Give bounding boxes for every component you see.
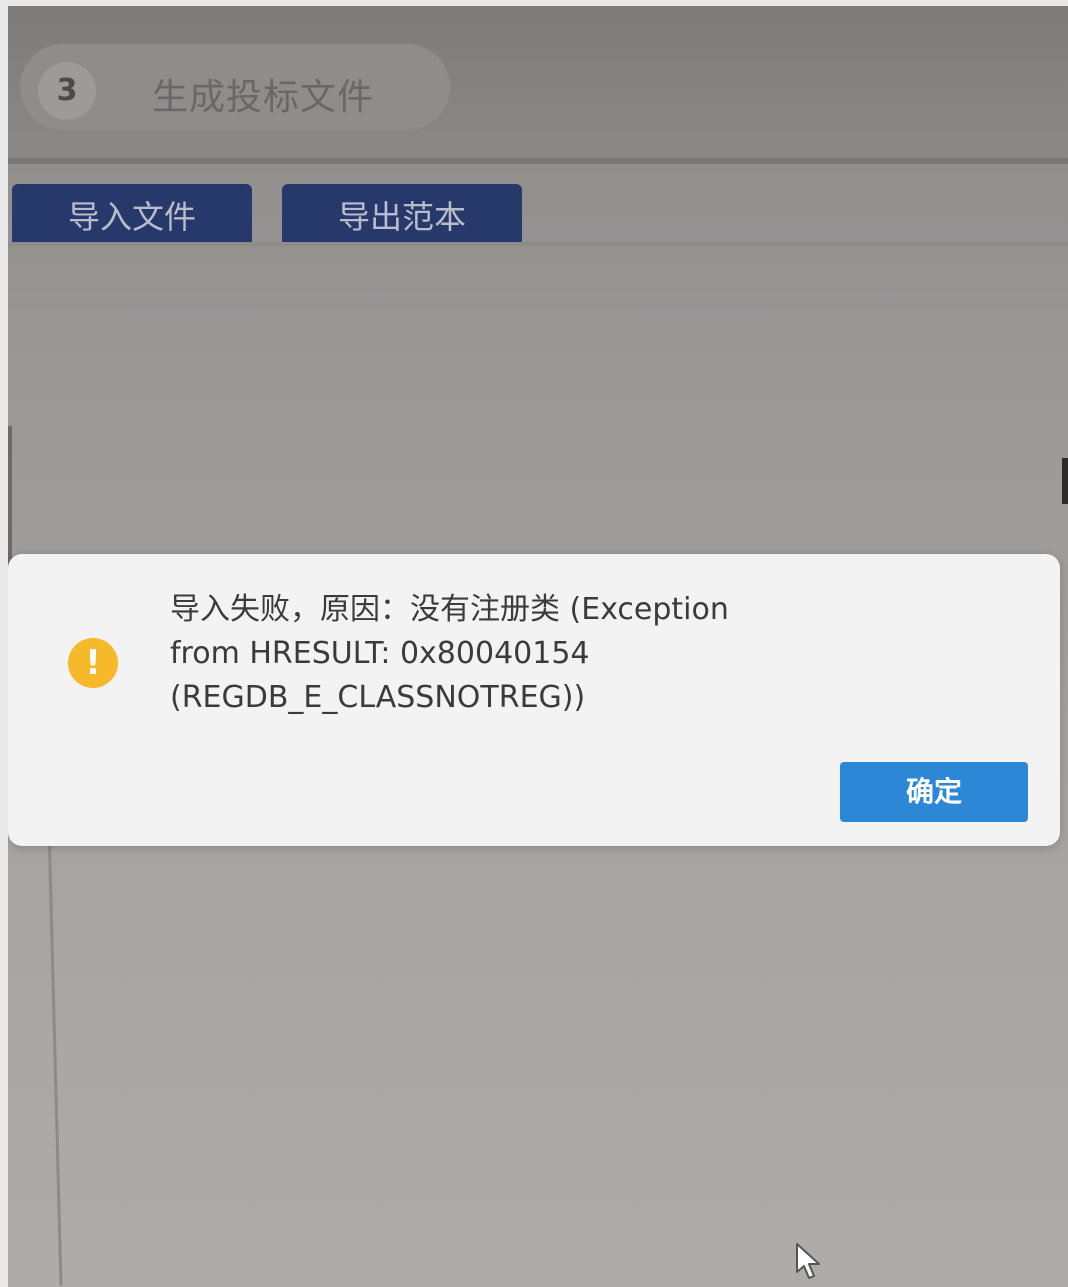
error-dialog: ! 导入失败，原因：没有注册类 (Exception from HRESULT:… <box>8 554 1060 846</box>
partial-text-mark <box>1062 458 1068 504</box>
error-message-line: (REGDB_E_CLASSNOTREG)) <box>170 680 586 715</box>
toolbar: 导入文件 导出范本 <box>8 166 1068 246</box>
import-file-button[interactable]: 导入文件 <box>12 184 252 246</box>
warning-icon: ! <box>68 638 118 688</box>
content-border <box>8 242 1068 246</box>
left-edge <box>8 426 12 566</box>
step-number: 3 <box>38 62 96 120</box>
screen: 3 生成投标文件 导入文件 导出范本 ! 导入失败，原因：没有注册类 (Exce… <box>8 6 1068 1287</box>
step-bar: 3 生成投标文件 <box>8 6 1068 161</box>
error-message-line: 导入失败，原因：没有注册类 (Exception <box>170 592 729 627</box>
panel-border <box>48 845 63 1286</box>
error-message-line: from HRESULT: 0x80040154 <box>170 636 590 671</box>
confirm-button[interactable]: 确定 <box>840 762 1028 822</box>
mouse-cursor-icon <box>796 1243 820 1279</box>
step-label: 生成投标文件 <box>152 77 375 118</box>
export-template-button[interactable]: 导出范本 <box>282 184 522 246</box>
divider <box>8 158 1068 164</box>
error-message: 导入失败，原因：没有注册类 (Exception from HRESULT: 0… <box>170 588 930 720</box>
step-indicator: 3 生成投标文件 <box>20 44 450 130</box>
